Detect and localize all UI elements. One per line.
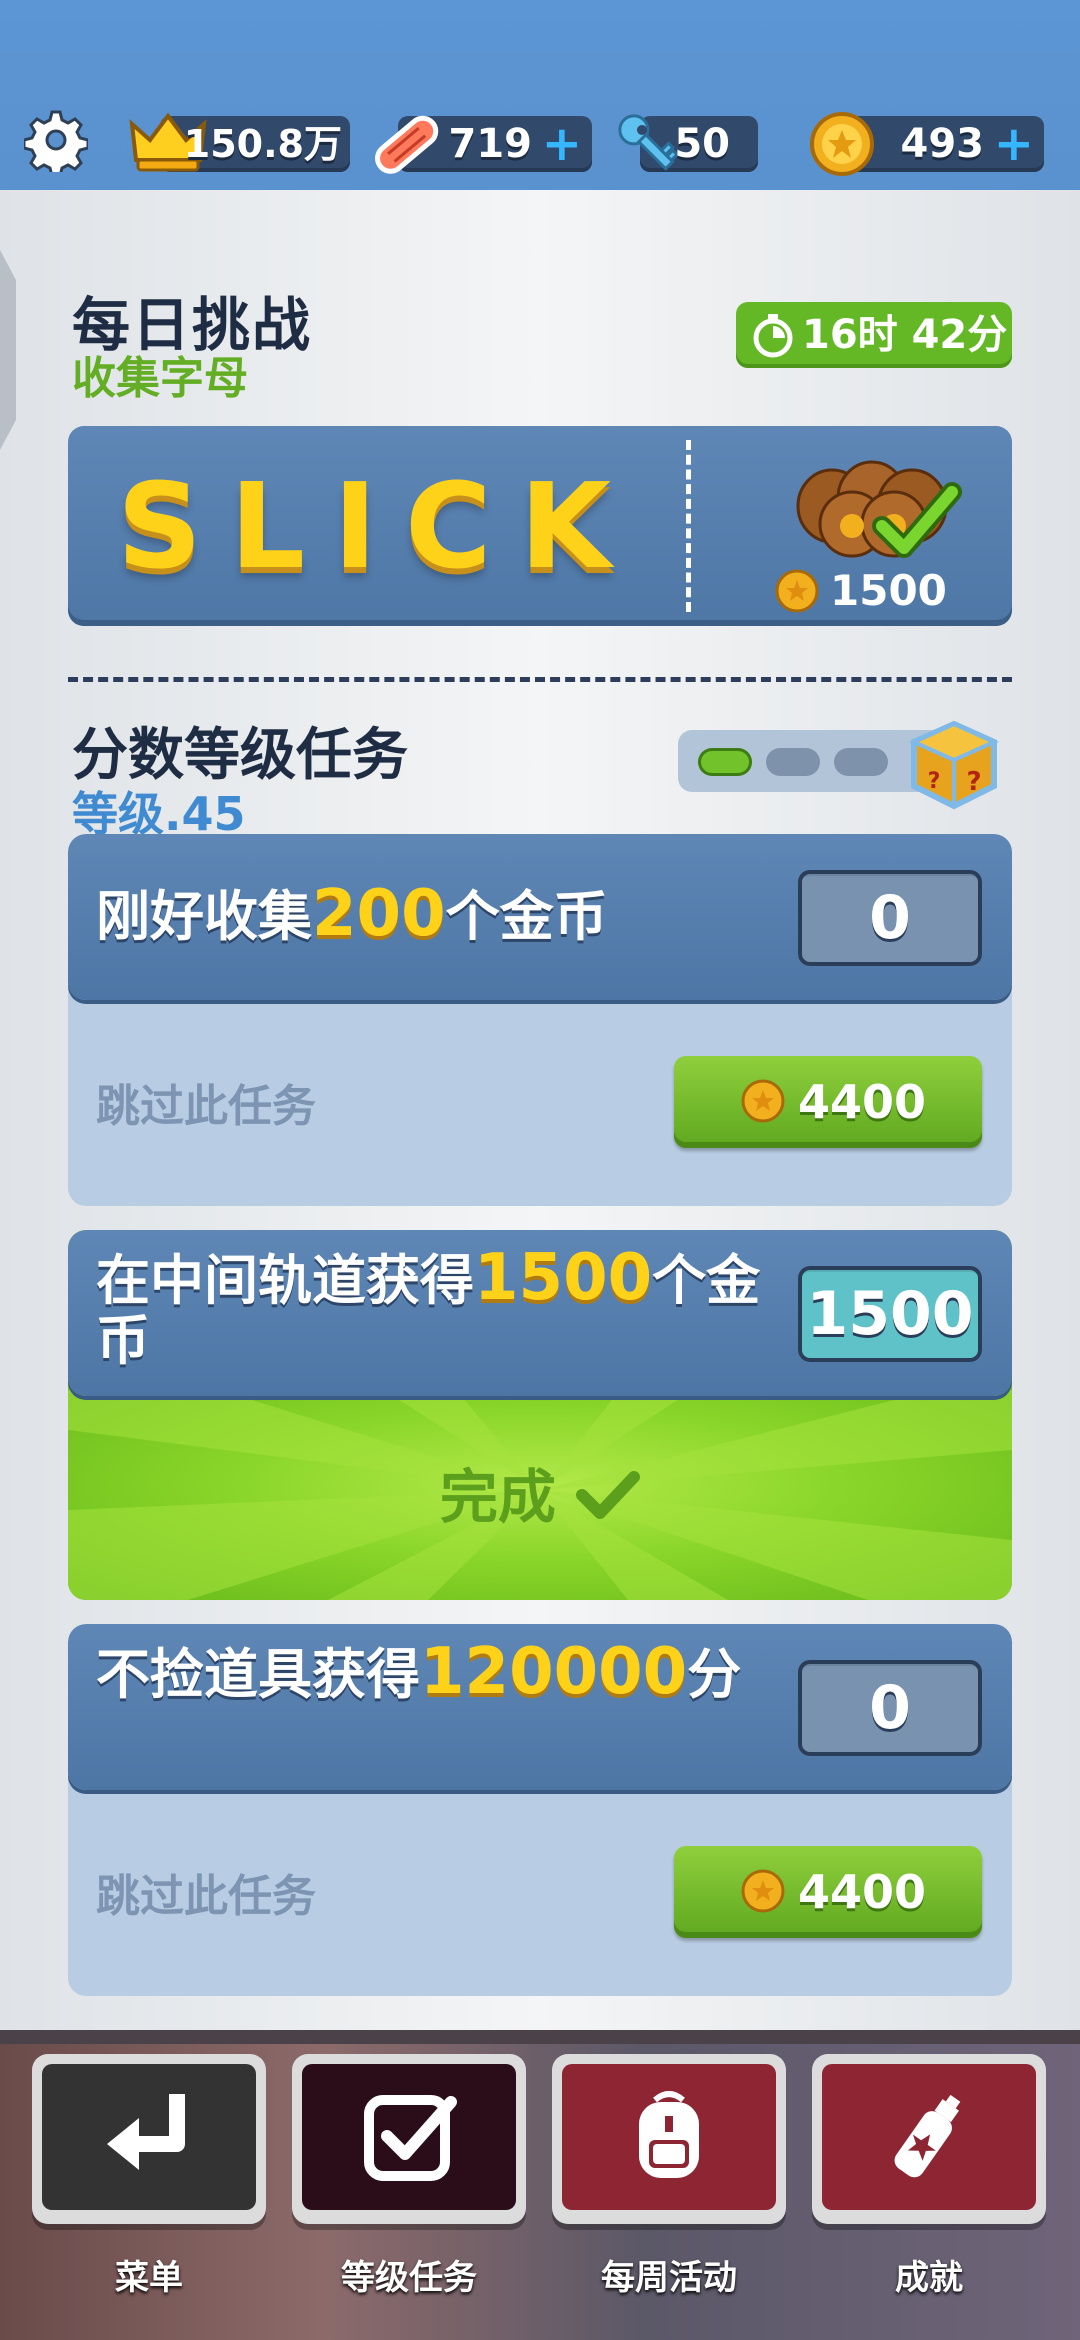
coin-icon — [775, 569, 819, 613]
checkmark-icon — [576, 1471, 641, 1519]
skip-cost: 4400 — [798, 1865, 927, 1919]
nav-label: 每周活动 — [601, 2258, 737, 2298]
task-header: 不捡道具获得120000分 0 — [68, 1624, 1012, 1790]
completed-area: 完成 — [68, 1390, 1012, 1600]
achievements-button-face — [822, 2064, 1036, 2210]
task-text: 不捡道具获得 — [96, 1643, 420, 1706]
progress-pill-3 — [834, 748, 888, 776]
task-description: 刚好收集200个金币 — [96, 882, 796, 948]
reward-amount: 1500 — [830, 566, 947, 615]
nav-label: 菜单 — [115, 2258, 183, 2298]
svg-text:?: ? — [928, 769, 941, 794]
task-target: 1500 — [474, 1241, 653, 1315]
backpack-icon — [639, 2091, 699, 2178]
challenge-divider — [686, 440, 691, 612]
section-divider — [68, 677, 1012, 682]
task-progress-value: 0 — [798, 1660, 982, 1756]
level-missions-button-face — [302, 2064, 516, 2210]
hoverboard-count: 719 — [448, 121, 533, 167]
task-description: 在中间轨道获得1500个金币 — [96, 1246, 796, 1371]
score-stat: 150.8万 — [129, 112, 350, 172]
skip-task-button[interactable]: 4400 — [674, 1846, 982, 1938]
task-target: 120000 — [420, 1635, 688, 1709]
skip-task-label: 跳过此任务 — [96, 1871, 316, 1922]
timer-value: 16时 42分 — [802, 312, 1008, 358]
task-progress-value: 1500 — [798, 1266, 982, 1362]
stopwatch-icon — [753, 314, 793, 358]
coins-stat: 493 + — [810, 112, 1044, 176]
skip-task-label: 跳过此任务 — [96, 1081, 316, 1132]
missions-panel: 每日挑战 收集字母 16时 42分 SLICK 1500 分数等级任务 等级.4… — [0, 190, 1080, 2030]
coins-count: 493 — [900, 121, 985, 167]
svg-text:?: ? — [966, 767, 981, 797]
task-card-3: 不捡道具获得120000分 0 跳过此任务 4400 — [68, 1624, 1012, 1996]
skip-cost: 4400 — [798, 1075, 927, 1129]
task-card-1: 刚好收集200个金币 0 跳过此任务 4400 — [68, 834, 1012, 1206]
task-text: 在中间轨道获得 — [96, 1249, 474, 1312]
challenge-word: SLICK — [116, 457, 640, 595]
challenge-timer: 16时 42分 — [736, 302, 1012, 368]
top-bar: 150.8万 719 + 50 493 + — [0, 0, 1080, 190]
completed-status: 完成 — [68, 1450, 1012, 1534]
coin-icon — [810, 112, 874, 176]
buy-coins-button[interactable]: + — [994, 116, 1034, 172]
weekly-events-button-face — [562, 2064, 776, 2210]
mystery-box-icon[interactable]: ? ? — [908, 718, 1000, 810]
return-arrow-icon — [107, 2094, 185, 2170]
task-text-end: 个金币 — [445, 885, 608, 948]
bottom-nav: 菜单 等级任务 每周活动 成就 — [0, 2030, 1080, 2340]
nav-label: 成就 — [895, 2258, 963, 2298]
task-text: 刚好收集 — [96, 885, 312, 948]
keys-stat: 50 — [618, 114, 758, 172]
level-missions-button[interactable]: 等级任务 — [292, 2054, 526, 2298]
menu-button-face — [42, 2064, 256, 2210]
menu-button[interactable]: 菜单 — [32, 2054, 266, 2298]
checkbox-icon — [364, 2095, 457, 2181]
task-text-end: 分 — [687, 1643, 742, 1706]
completed-label: 完成 — [439, 1463, 556, 1531]
skip-task-button[interactable]: 4400 — [674, 1056, 982, 1148]
keys-count: 50 — [674, 121, 730, 167]
hoverboard-stat: 719 + — [375, 115, 592, 174]
score-value: 150.8万 — [183, 122, 342, 166]
nav-label: 等级任务 — [341, 2258, 477, 2298]
progress-pill-2 — [766, 748, 820, 776]
daily-challenge-subtitle: 收集字母 — [72, 353, 248, 404]
weekly-events-button[interactable]: 每周活动 — [552, 2054, 786, 2298]
spray-can-icon — [894, 2094, 961, 2178]
coin-icon — [741, 1869, 785, 1913]
task-card-2: 完成 在中间轨道获得1500个金币 1500 — [68, 1230, 1012, 1600]
task-progress-value: 0 — [798, 870, 982, 966]
hoverboard-icon — [375, 115, 439, 174]
gear-icon[interactable] — [24, 108, 88, 172]
achievements-button[interactable]: 成就 — [812, 2054, 1046, 2298]
task-header: 刚好收集200个金币 0 — [68, 834, 1012, 1000]
buy-hoverboards-button[interactable]: + — [542, 116, 582, 172]
progress-pill-1 — [698, 748, 752, 776]
coin-bags-icon — [796, 460, 962, 558]
task-target: 200 — [312, 877, 446, 951]
task-header: 在中间轨道获得1500个金币 1500 — [68, 1230, 1012, 1396]
panel-edge — [0, 250, 16, 450]
daily-challenge-card[interactable]: SLICK 1500 — [68, 426, 1012, 626]
task-description: 不捡道具获得120000分 — [96, 1640, 796, 1706]
coin-icon — [741, 1079, 785, 1123]
